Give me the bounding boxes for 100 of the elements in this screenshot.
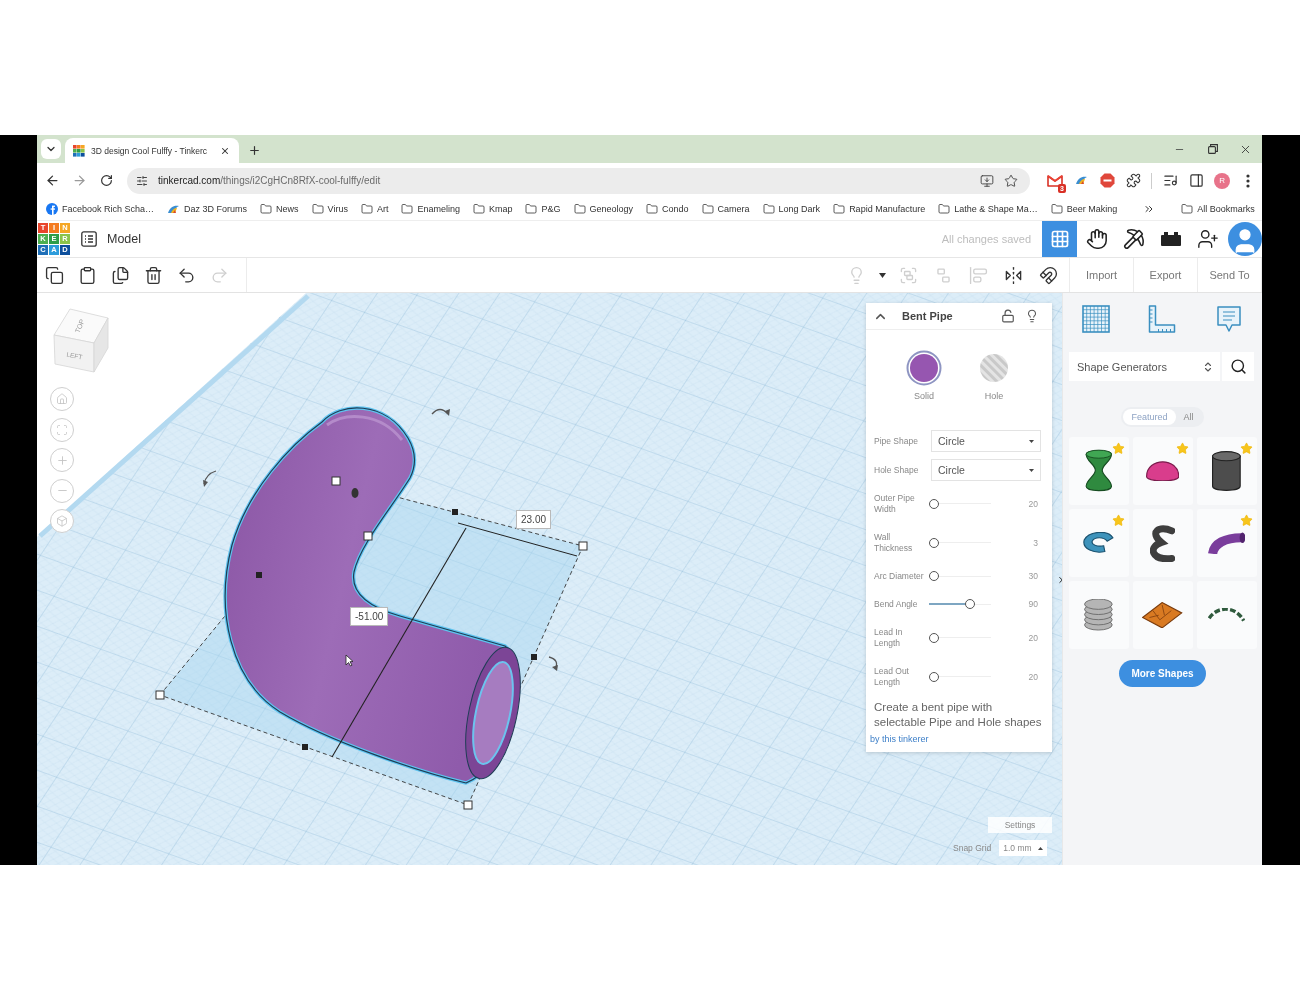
solid-swatch-icon[interactable]: [906, 350, 942, 386]
extension-button[interactable]: [1099, 172, 1115, 189]
folder-icon: [833, 203, 846, 215]
mode-button[interactable]: Solid: [899, 350, 949, 406]
shape-dropdown[interactable]: Circle: [931, 459, 1041, 481]
media-button[interactable]: [1162, 172, 1178, 189]
side-panel-button[interactable]: [1188, 172, 1204, 189]
bookmark-folder[interactable]: Lathe & Shape Ma…: [938, 203, 1038, 215]
save-status: All changes saved: [941, 233, 1031, 245]
rotate-arrow-icon[interactable]: [431, 408, 450, 416]
resize-handle[interactable]: [452, 509, 458, 515]
resize-handle[interactable]: [531, 654, 537, 660]
slider-thumb[interactable]: [965, 599, 976, 609]
snap-grid-dropdown[interactable]: 1.0 mm: [999, 840, 1048, 856]
slider-thumb[interactable]: [929, 498, 939, 509]
slider-track[interactable]: [929, 632, 991, 643]
bookmark-folder[interactable]: News: [260, 203, 299, 215]
bent-pipe-icon: [1207, 532, 1246, 554]
extensions-button[interactable]: [1125, 172, 1141, 189]
bookmark-folder[interactable]: Kmap: [472, 203, 513, 215]
folder-icon: [762, 203, 775, 215]
grid-icon: [1049, 229, 1070, 249]
resize-handle[interactable]: [256, 572, 262, 578]
settings-button[interactable]: Settings: [988, 817, 1052, 833]
shape-dropdown[interactable]: Circle: [931, 430, 1041, 452]
shape-tile[interactable]: [1068, 437, 1129, 505]
shape-tile[interactable]: [1132, 437, 1193, 505]
torus-icon: [1082, 532, 1114, 554]
resize-handle[interactable]: [363, 531, 373, 541]
category-dropdown[interactable]: Shape Generators: [1069, 352, 1220, 381]
slider-thumb[interactable]: [929, 571, 939, 581]
folder-icon: [401, 203, 414, 215]
swoosh-icon: [167, 203, 181, 215]
folder-icon: [360, 203, 373, 215]
author-link[interactable]: by this tinkerer: [866, 730, 1052, 752]
description-text: Create a bent pipe with selectable Pipe and Hole shapes: [873, 700, 1043, 730]
shape-tile[interactable]: [1132, 509, 1193, 577]
dimension-label[interactable]: 23.00: [516, 510, 552, 529]
sliders-icon: [136, 174, 148, 187]
rotate-arrow-icon[interactable]: [203, 470, 217, 487]
browser-tab[interactable]: 3D design Cool Fulffy - Tinkerc: [65, 138, 239, 163]
search-button[interactable]: [1222, 352, 1254, 381]
list-icon: [81, 231, 97, 247]
dimension-label[interactable]: -51.00: [350, 607, 389, 626]
bookmark-folder[interactable]: P&G: [525, 203, 561, 215]
designs-list-button[interactable]: [80, 230, 98, 248]
height-handle[interactable]: [351, 488, 359, 498]
slider-track[interactable]: [929, 571, 991, 581]
brick-icon: [1160, 232, 1181, 246]
resize-handle[interactable]: [155, 690, 165, 700]
tile-icon: [1142, 601, 1183, 629]
resize-handle[interactable]: [331, 476, 341, 486]
bent-pipe[interactable]: [223, 406, 521, 785]
resize-handle[interactable]: [578, 541, 588, 551]
field-label: Pipe Shape: [874, 435, 919, 447]
folder-icon: [1181, 203, 1194, 215]
lightbulb-icon[interactable]: [1025, 309, 1039, 323]
shape-tile[interactable]: [1132, 581, 1193, 649]
bookmark-folder[interactable]: Beer Making: [1050, 203, 1118, 215]
url-text: tinkercad.com/things/i2CgHCn8RfX-cool-fulffy/edit: [158, 175, 381, 186]
notes-icon: [1216, 306, 1241, 332]
slider-thumb[interactable]: [929, 537, 939, 548]
slider-label: Lead In Length: [874, 626, 904, 649]
bookmark-link[interactable]: Facebook Rich Scha…: [46, 203, 155, 215]
bookmark-folder[interactable]: Art: [360, 203, 389, 215]
bookmark-folder[interactable]: Long Dark: [762, 203, 821, 215]
bookmark-folder[interactable]: All Bookmarks: [1181, 203, 1255, 215]
slider-thumb[interactable]: [929, 671, 939, 682]
tab-search-button[interactable]: [41, 139, 61, 159]
cylinder-icon: [1212, 450, 1241, 492]
bookmark-folder[interactable]: Enameling: [401, 203, 460, 215]
unlocked-lock-icon[interactable]: [1001, 309, 1015, 323]
ruler-icon: [1148, 305, 1177, 333]
bookmark-folder[interactable]: Condo: [646, 203, 689, 215]
shape-tile[interactable]: [1196, 581, 1257, 649]
close-icon: [220, 145, 230, 156]
slider-track[interactable]: [929, 498, 991, 509]
design-title: Model: [107, 232, 142, 246]
rotate-arrow-icon[interactable]: [548, 656, 558, 671]
shape-tile[interactable]: [1196, 437, 1257, 505]
slider-thumb[interactable]: [929, 632, 939, 643]
shape-tile[interactable]: [1068, 581, 1129, 649]
shape-tile[interactable]: [1068, 509, 1129, 577]
bookmark-folder[interactable]: Virus: [311, 203, 348, 215]
mode-button[interactable]: Hole: [969, 350, 1019, 406]
bookmark-folder[interactable]: Camera: [701, 203, 750, 215]
slider-track[interactable]: [929, 599, 991, 609]
slider-track[interactable]: [929, 537, 991, 548]
dome-icon: [1145, 460, 1180, 482]
slider-label: Lead Out Length: [874, 665, 910, 688]
slider-track[interactable]: [929, 671, 991, 682]
resize-handle[interactable]: [302, 744, 308, 750]
bookmark-folder[interactable]: Rapid Manufacture: [833, 203, 926, 215]
cube-icon: [56, 515, 68, 527]
shape-tile[interactable]: [1196, 509, 1257, 577]
address-bar[interactable]: tinkercad.com/things/i2CgHCn8RfX-cool-fulffy/edit: [127, 167, 1030, 194]
bookmark-link[interactable]: Daz 3D Forums: [167, 203, 248, 215]
bookmark-folder[interactable]: Geneology: [573, 203, 634, 215]
slider-value: 90: [1027, 599, 1039, 609]
resize-handle[interactable]: [463, 800, 473, 810]
